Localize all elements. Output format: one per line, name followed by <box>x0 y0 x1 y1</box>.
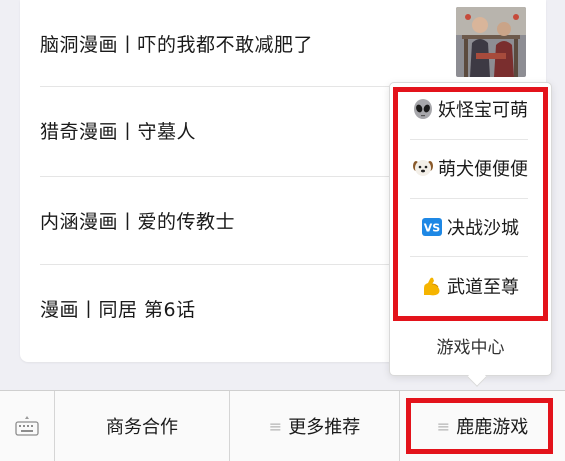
menu-item-game-center[interactable]: 游戏中心 <box>392 322 549 368</box>
tab-business-cooperation[interactable]: 商务合作 <box>55 391 229 461</box>
tab-lulu-games[interactable]: ≡ 鹿鹿游戏 <box>400 391 565 461</box>
game-center-label: 游戏中心 <box>436 337 505 358</box>
menu-item-label: 萌犬便便便 <box>438 159 528 180</box>
menu-item-juezhan-shacheng[interactable]: VS 决战沙城 <box>400 204 540 250</box>
tab-label: 鹿鹿游戏 <box>456 417 529 438</box>
menu-item-label: 决战沙城 <box>447 218 519 239</box>
divider <box>410 198 528 199</box>
menu-item-mengquan-bianbianbian[interactable]: 萌犬便便便 <box>400 145 540 191</box>
dog-icon <box>413 160 433 176</box>
menu-item-wudao-zhizun[interactable]: 武道至尊 <box>400 263 540 309</box>
menu-lines-icon: ≡ <box>268 416 283 436</box>
divider <box>410 256 528 257</box>
article-item-1[interactable]: 脑洞漫画丨吓的我都不敢减肥了 <box>40 0 526 86</box>
article-thumbnail[interactable] <box>456 7 526 77</box>
menu-item-label: 武道至尊 <box>447 277 519 298</box>
tab-label: 更多推荐 <box>288 417 361 438</box>
article-title: 脑洞漫画丨吓的我都不敢减肥了 <box>40 33 314 56</box>
tab-label: 商务合作 <box>106 417 178 438</box>
flexed-biceps-icon <box>424 277 440 296</box>
tab-more-recommendations[interactable]: ≡ 更多推荐 <box>230 391 399 461</box>
article-title: 猎奇漫画丨守墓人 <box>40 120 197 143</box>
keyboard-toggle-button[interactable] <box>0 391 54 461</box>
article-title: 漫画丨同居 第6话 <box>40 298 196 321</box>
divider <box>410 139 528 140</box>
comic-thumbnail-image <box>456 7 526 77</box>
menu-item-yaoguai-baokemeng[interactable]: 妖怪宝可萌 <box>400 86 540 132</box>
keyboard-icon <box>15 416 39 436</box>
vs-icon: VS <box>422 218 442 236</box>
bottom-menu-bar: 商务合作 ≡ 更多推荐 ≡ 鹿鹿游戏 <box>0 390 565 461</box>
menu-item-label: 妖怪宝可萌 <box>438 100 528 121</box>
svg-text:VS: VS <box>424 222 441 235</box>
menu-lines-icon: ≡ <box>436 416 451 436</box>
article-title: 内涵漫画丨爱的传教士 <box>40 210 236 233</box>
alien-icon <box>414 99 432 119</box>
